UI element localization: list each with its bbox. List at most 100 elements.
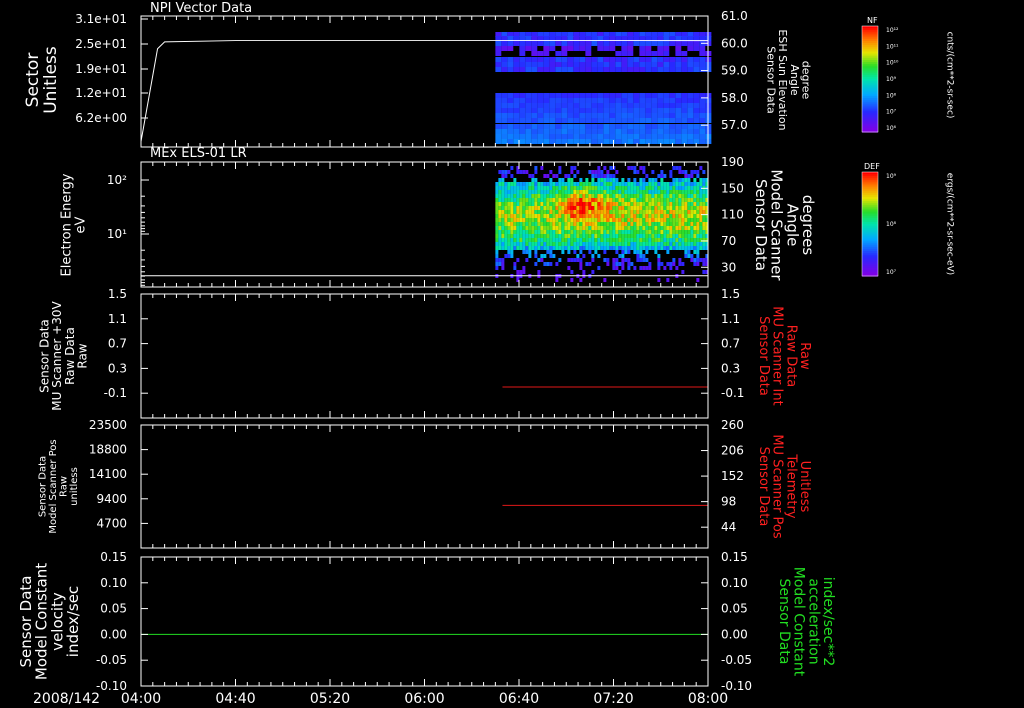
spectrogram-cell [531, 182, 535, 186]
spectrogram-cell [585, 93, 592, 98]
spectrogram-cell [615, 234, 619, 238]
spectrogram-cell [513, 234, 517, 238]
spectrogram-cell [594, 170, 598, 174]
spectrogram-cell [621, 246, 625, 250]
spectrogram-cell [609, 222, 613, 226]
spectrogram-cell [513, 242, 517, 246]
spectrogram-cell [561, 118, 568, 123]
spectrogram-cell [645, 230, 649, 234]
spectrogram-cell [597, 238, 601, 242]
spectrogram-cell [594, 234, 598, 238]
spectrogram-cell [615, 202, 619, 206]
spectrogram-cell [498, 222, 502, 226]
spectrogram-cell [555, 108, 562, 113]
spectrogram-cell [666, 210, 670, 214]
spectrogram-cell [597, 210, 601, 214]
time-tick-label: 06:40 [499, 691, 539, 707]
spectrogram-cell [684, 174, 688, 178]
spectrogram-cell [555, 242, 559, 246]
spectrogram-cell [507, 129, 514, 134]
spectrogram-cell [570, 258, 574, 262]
spectrogram-cell [606, 258, 610, 262]
spectrogram-cell [516, 270, 520, 274]
spectrogram-cell [621, 198, 625, 202]
spectrogram-cell [633, 230, 637, 234]
spectrogram-cell [615, 206, 619, 210]
spectrogram-cell [537, 230, 541, 234]
colorbar-tick: 10⁷ [886, 109, 897, 116]
spectrogram-cell [507, 238, 511, 242]
spectrogram-cell [537, 103, 544, 108]
spectrogram-cell [648, 190, 652, 194]
right-y-axis-label: Angle [783, 204, 801, 247]
spectrogram-cell [627, 103, 634, 108]
spectrogram-cell [690, 230, 694, 234]
spectrogram-cell [681, 129, 688, 134]
spectrogram-cell [504, 210, 508, 214]
spectrogram-cell [642, 194, 646, 198]
spectrogram-cell [576, 222, 580, 226]
spectrogram-cell [633, 238, 637, 242]
spectrogram-cell [690, 182, 694, 186]
spectrogram-cell [603, 198, 607, 202]
spectrogram-cell [555, 113, 562, 118]
spectrogram-cell [633, 166, 637, 170]
spectrogram-cell [615, 262, 619, 266]
spectrogram-cell [639, 113, 646, 118]
spectrogram-cell [693, 62, 700, 67]
spectrogram-cell [618, 222, 622, 226]
spectrogram-cell [567, 46, 574, 51]
spectrogram-cell [567, 230, 571, 234]
spectrogram-cell [627, 62, 634, 67]
spectrogram-cell [693, 134, 700, 139]
spectrogram-cell [696, 190, 700, 194]
spectrogram-cell [687, 134, 694, 139]
panel-frame [140, 424, 709, 549]
spectrogram-cell [669, 222, 673, 226]
spectrogram-cell [651, 139, 658, 144]
spectrogram-cell [591, 218, 595, 222]
spectrogram-cell [525, 202, 529, 206]
spectrogram-cell [558, 182, 562, 186]
spectrogram-cell [663, 62, 670, 67]
spectrogram-cell [495, 41, 502, 46]
spectrogram-cell [591, 222, 595, 226]
spectrogram-cell [552, 210, 556, 214]
right-y-axis-label: Raw [797, 342, 812, 370]
spectrogram-cell [627, 194, 631, 198]
spectrogram-cell [579, 258, 583, 262]
spectrogram-cell [576, 214, 580, 218]
spectrogram-cell [684, 194, 688, 198]
spectrogram-cell [702, 202, 706, 206]
spectrogram-cell [585, 51, 592, 56]
spectrogram-cell [582, 270, 586, 274]
spectrogram-cell [669, 108, 676, 113]
spectrogram-cell [693, 170, 697, 174]
spectrogram-cell [567, 206, 571, 210]
spectrogram-cell [597, 129, 604, 134]
spectrogram-cell [525, 246, 529, 250]
spectrogram-cell [591, 108, 598, 113]
spectrogram-cell [624, 242, 628, 246]
spectrogram-cell [540, 242, 544, 246]
spectrogram-cell [699, 108, 706, 113]
spectrogram-cell [528, 226, 532, 230]
spectrogram-cell [603, 218, 607, 222]
spectrogram-cell [501, 41, 508, 46]
spectrogram-cell [540, 166, 544, 170]
spectrogram-cell [621, 222, 625, 226]
spectrogram-cell [591, 41, 598, 46]
spectrogram-cell [522, 242, 526, 246]
spectrogram-cell [564, 206, 568, 210]
spectrogram-cell [669, 190, 673, 194]
spectrogram-cell [615, 62, 622, 67]
spectrogram-cell [633, 51, 640, 56]
spectrogram-cell [579, 202, 583, 206]
spectrogram-cell [621, 258, 625, 262]
spectrogram-cell [567, 57, 574, 62]
spectrogram-cell [567, 103, 574, 108]
spectrogram-cell [630, 214, 634, 218]
spectrogram-cell [525, 129, 532, 134]
spectrogram-cell [513, 210, 517, 214]
spectrogram-cell [504, 230, 508, 234]
